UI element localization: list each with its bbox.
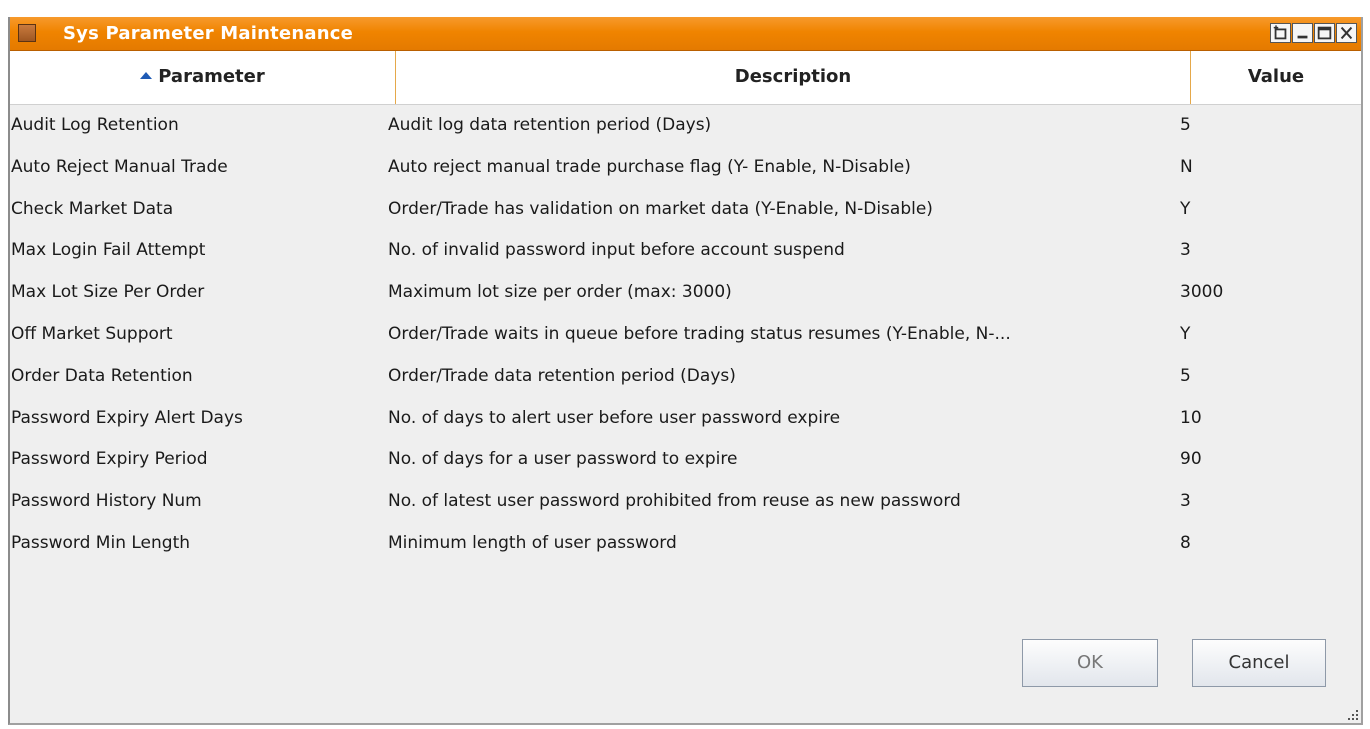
value-cell[interactable]: 10 [1180,398,1350,440]
value-cell[interactable]: 90 [1180,439,1350,481]
parameter-cell: Off Market Support [11,323,173,344]
description-cell: Auto reject manual trade purchase flag (… [388,156,911,177]
window-title: Sys Parameter Maintenance [63,23,353,44]
parameter-cell: Password History Num [11,491,202,512]
table-row[interactable]: Auto Reject Manual Trade Auto reject man… [10,147,1361,189]
description-cell: No. of days for a user password to expir… [388,449,738,470]
description-cell: Minimum length of user password [388,532,677,553]
parameter-cell: Password Expiry Alert Days [11,407,243,428]
title-bar[interactable]: Sys Parameter Maintenance [10,17,1361,51]
value-cell[interactable]: 5 [1180,105,1350,147]
table-row[interactable]: Password Expiry Period No. of days for a… [10,439,1361,481]
value-cell[interactable]: 8 [1180,523,1350,565]
table-row[interactable]: Password Min Length Minimum length of us… [10,523,1361,565]
description-cell: No. of latest user password prohibited f… [388,491,961,512]
value-cell[interactable]: 5 [1180,356,1350,398]
table-row[interactable]: Max Login Fail Attempt No. of invalid pa… [10,230,1361,272]
value-cell[interactable]: 3 [1180,230,1350,272]
table-row[interactable]: Password History Num No. of latest user … [10,481,1361,523]
value-cell[interactable]: 3000 [1180,272,1350,314]
cancel-button[interactable]: Cancel [1192,639,1326,687]
value-cell[interactable]: Y [1180,314,1350,356]
window-controls [1270,23,1357,45]
description-cell: Maximum lot size per order (max: 3000) [388,282,732,303]
column-header-value[interactable]: Value [1191,51,1361,104]
parameter-cell: Max Login Fail Attempt [11,240,206,261]
parameter-cell: Password Min Length [11,532,191,553]
value-cell[interactable]: N [1180,147,1350,189]
value-cell[interactable]: 3 [1180,481,1350,523]
table-row[interactable]: Password Expiry Alert Days No. of days t… [10,398,1361,440]
parameter-cell: Max Lot Size Per Order [11,282,205,303]
minimize-icon[interactable] [1292,23,1313,43]
value-cell[interactable]: Y [1180,189,1350,231]
description-cell: Order/Trade has validation on market dat… [388,198,933,219]
table-row[interactable]: Check Market Data Order/Trade has valida… [10,189,1361,231]
table-row[interactable]: Max Lot Size Per Order Maximum lot size … [10,272,1361,314]
table-row[interactable]: Order Data Retention Order/Trade data re… [10,356,1361,398]
description-cell: Order/Trade waits in queue before tradin… [388,323,1011,344]
table-row[interactable]: Audit Log Retention Audit log data reten… [10,105,1361,147]
window-menu-icon[interactable] [18,24,36,42]
close-icon[interactable] [1336,23,1357,43]
description-cell: Audit log data retention period (Days) [388,115,712,135]
parameter-cell: Password Expiry Period [11,449,208,470]
ok-button[interactable]: OK [1022,639,1158,687]
parameter-cell: Check Market Data [11,198,174,219]
table-row[interactable]: Off Market Support Order/Trade waits in … [10,314,1361,356]
resize-grip-icon[interactable] [1347,709,1359,721]
sort-ascending-icon [140,72,153,79]
description-cell: No. of invalid password input before acc… [388,240,845,261]
description-cell: No. of days to alert user before user pa… [388,407,841,428]
pin-icon[interactable] [1270,23,1291,43]
sys-parameter-window: Sys Parameter Maintenance Parameter Desc… [8,17,1363,725]
maximize-icon[interactable] [1314,23,1335,43]
column-header-parameter[interactable]: Parameter [10,51,396,104]
column-header-description[interactable]: Description [396,51,1191,104]
description-cell: Order/Trade data retention period (Days) [388,365,736,386]
table-header: Parameter Description Value [10,51,1361,105]
parameter-cell: Auto Reject Manual Trade [11,156,228,177]
table-body: Audit Log Retention Audit log data reten… [10,105,1361,565]
parameter-cell: Audit Log Retention [11,115,179,135]
parameter-cell: Order Data Retention [11,365,193,386]
